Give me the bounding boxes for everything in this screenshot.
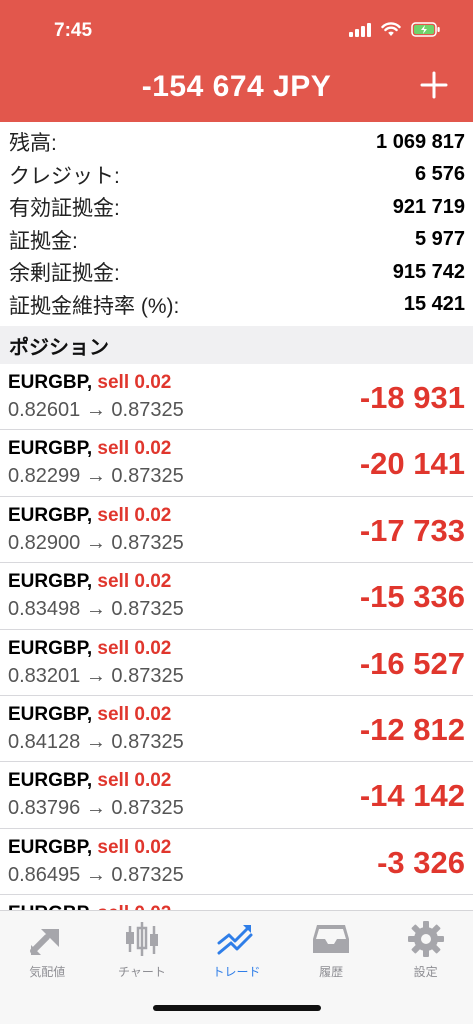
history-inbox-icon xyxy=(311,919,351,959)
wifi-icon xyxy=(381,22,401,37)
floating-profit-title: -154 674 JPY xyxy=(141,70,332,103)
position-symbol: EURGBP, xyxy=(8,372,93,393)
position-prices: 0.83796 → 0.87325 xyxy=(8,797,184,820)
tab-label: チャート xyxy=(117,965,166,979)
summary-row-equity: 有効証拠金: 921 719 xyxy=(0,191,473,224)
add-order-button[interactable] xyxy=(417,68,451,102)
position-profit: -17 733 xyxy=(359,512,465,548)
positions-list[interactable]: EURGBP, sell 0.02 0.82601 → 0.87325 -18 … xyxy=(0,364,473,912)
position-prices: 0.83498 → 0.87325 xyxy=(8,598,184,621)
position-symbol: EURGBP, xyxy=(8,770,93,792)
tab-label: トレード xyxy=(212,965,261,979)
position-side: sell 0.02 xyxy=(97,836,172,858)
trade-trend-icon xyxy=(215,919,257,959)
position-prices: 0.86495 → 0.87325 xyxy=(8,863,184,886)
tab-quotes[interactable]: 気配値 xyxy=(0,911,95,991)
summary-value: 915 742 xyxy=(392,260,465,283)
position-row[interactable]: EURGBP, sell 0.02 0.84128 → 0.87325 -12 … xyxy=(0,695,473,763)
tab-trade[interactable]: トレード xyxy=(189,911,284,991)
summary-value: 921 719 xyxy=(392,195,465,218)
position-symbol: EURGBP, xyxy=(8,637,93,659)
position-symbol: EURGBP, xyxy=(8,504,93,526)
summary-row-margin: 証拠金: 5 977 xyxy=(0,224,473,257)
position-profit: -14 142 xyxy=(359,778,465,814)
tab-bar: 気配値 チャート トレード 履歴 設定 xyxy=(0,910,473,1024)
position-side: sell 0.02 xyxy=(97,504,172,526)
tab-history[interactable]: 履歴 xyxy=(284,911,379,991)
position-row[interactable]: EURGBP, sell 0.02 0.86495 → 0.87325 -3 3… xyxy=(0,828,473,896)
position-profit: -20 141 xyxy=(359,446,465,482)
position-side: sell 0.02 xyxy=(97,438,172,460)
tab-label: 履歴 xyxy=(319,965,344,979)
candlestick-chart-icon xyxy=(122,919,162,959)
position-side: sell 0.02 xyxy=(97,703,172,725)
position-row[interactable]: EURGBP, sell 0.02 0.83498 → 0.87325 -15 … xyxy=(0,563,473,630)
positions-section-header: ポジション xyxy=(0,326,473,364)
position-row[interactable]: EURGBP, sell 0.02 0.83201 → 0.87325 -16 … xyxy=(0,629,473,696)
summary-label: 有効証拠金: xyxy=(9,197,120,221)
summary-value: 5 977 xyxy=(414,228,465,251)
position-row[interactable]: EURGBP, sell 0.02 0.82900 → 0.87325 -17 … xyxy=(0,496,473,564)
position-symbol: EURGBP, xyxy=(8,438,93,460)
tab-chart[interactable]: チャート xyxy=(95,911,190,991)
summary-label: 余剰証拠金: xyxy=(9,262,120,286)
summary-value: 1 069 817 xyxy=(376,130,465,153)
summary-row-balance: 残高: 1 069 817 xyxy=(0,126,473,159)
position-side: sell 0.02 xyxy=(97,571,172,593)
battery-charging-icon xyxy=(411,22,441,37)
settings-gear-icon xyxy=(407,919,445,959)
status-time: 7:45 xyxy=(54,20,93,41)
tab-label: 設定 xyxy=(413,965,438,979)
position-side: sell 0.02 xyxy=(97,637,172,659)
position-profit: -3 326 xyxy=(377,844,465,880)
summary-label: クレジット: xyxy=(9,164,120,188)
position-side: sell 0.02 xyxy=(97,372,172,393)
position-row[interactable]: EURGBP, sell 0.02 0.82299 → 0.87325 -20 … xyxy=(0,430,473,497)
position-profit: -18 931 xyxy=(359,380,465,415)
tab-settings[interactable]: 設定 xyxy=(378,911,473,991)
position-profit: -15 336 xyxy=(359,579,465,615)
home-indicator xyxy=(153,1005,321,1011)
header-bar: 7:45 -154 674 JPY xyxy=(0,0,473,122)
position-profit: -16 527 xyxy=(359,645,465,681)
position-profit: -12 812 xyxy=(359,711,465,747)
summary-label: 証拠金: xyxy=(9,229,78,253)
position-prices: 0.82900 → 0.87325 xyxy=(8,531,184,554)
summary-row-margin-level: 証拠金維持率 (%): 15 421 xyxy=(0,289,473,322)
status-icons xyxy=(349,22,441,37)
cellular-signal-icon xyxy=(349,22,371,37)
position-prices: 0.82601 → 0.87325 xyxy=(8,399,184,421)
position-row[interactable]: EURGBP, sell 0.02 0.83796 → 0.87325 -14 … xyxy=(0,762,473,829)
summary-row-credit: クレジット: 6 576 xyxy=(0,159,473,192)
account-summary: 残高: 1 069 817 クレジット: 6 576 有効証拠金: 921 71… xyxy=(0,126,473,321)
summary-row-free-margin: 余剰証拠金: 915 742 xyxy=(0,256,473,289)
summary-value: 6 576 xyxy=(414,163,465,186)
position-symbol: EURGBP, xyxy=(8,703,93,725)
summary-label: 証拠金維持率 (%): xyxy=(9,294,180,318)
summary-label: 残高: xyxy=(9,132,57,156)
position-prices: 0.83201 → 0.87325 xyxy=(8,664,184,687)
position-symbol: EURGBP, xyxy=(8,571,93,593)
position-side: sell 0.02 xyxy=(97,770,172,792)
position-row[interactable]: EURGBP, sell 0.02 0.82601 → 0.87325 -18 … xyxy=(0,364,473,431)
position-prices: 0.84128 → 0.87325 xyxy=(8,730,184,753)
plus-icon xyxy=(420,71,448,99)
position-symbol: EURGBP, xyxy=(8,836,93,858)
position-prices: 0.82299 → 0.87325 xyxy=(8,465,184,488)
tab-label: 気配値 xyxy=(29,965,66,979)
summary-value: 15 421 xyxy=(403,293,465,316)
quotes-arrows-icon xyxy=(27,919,67,959)
